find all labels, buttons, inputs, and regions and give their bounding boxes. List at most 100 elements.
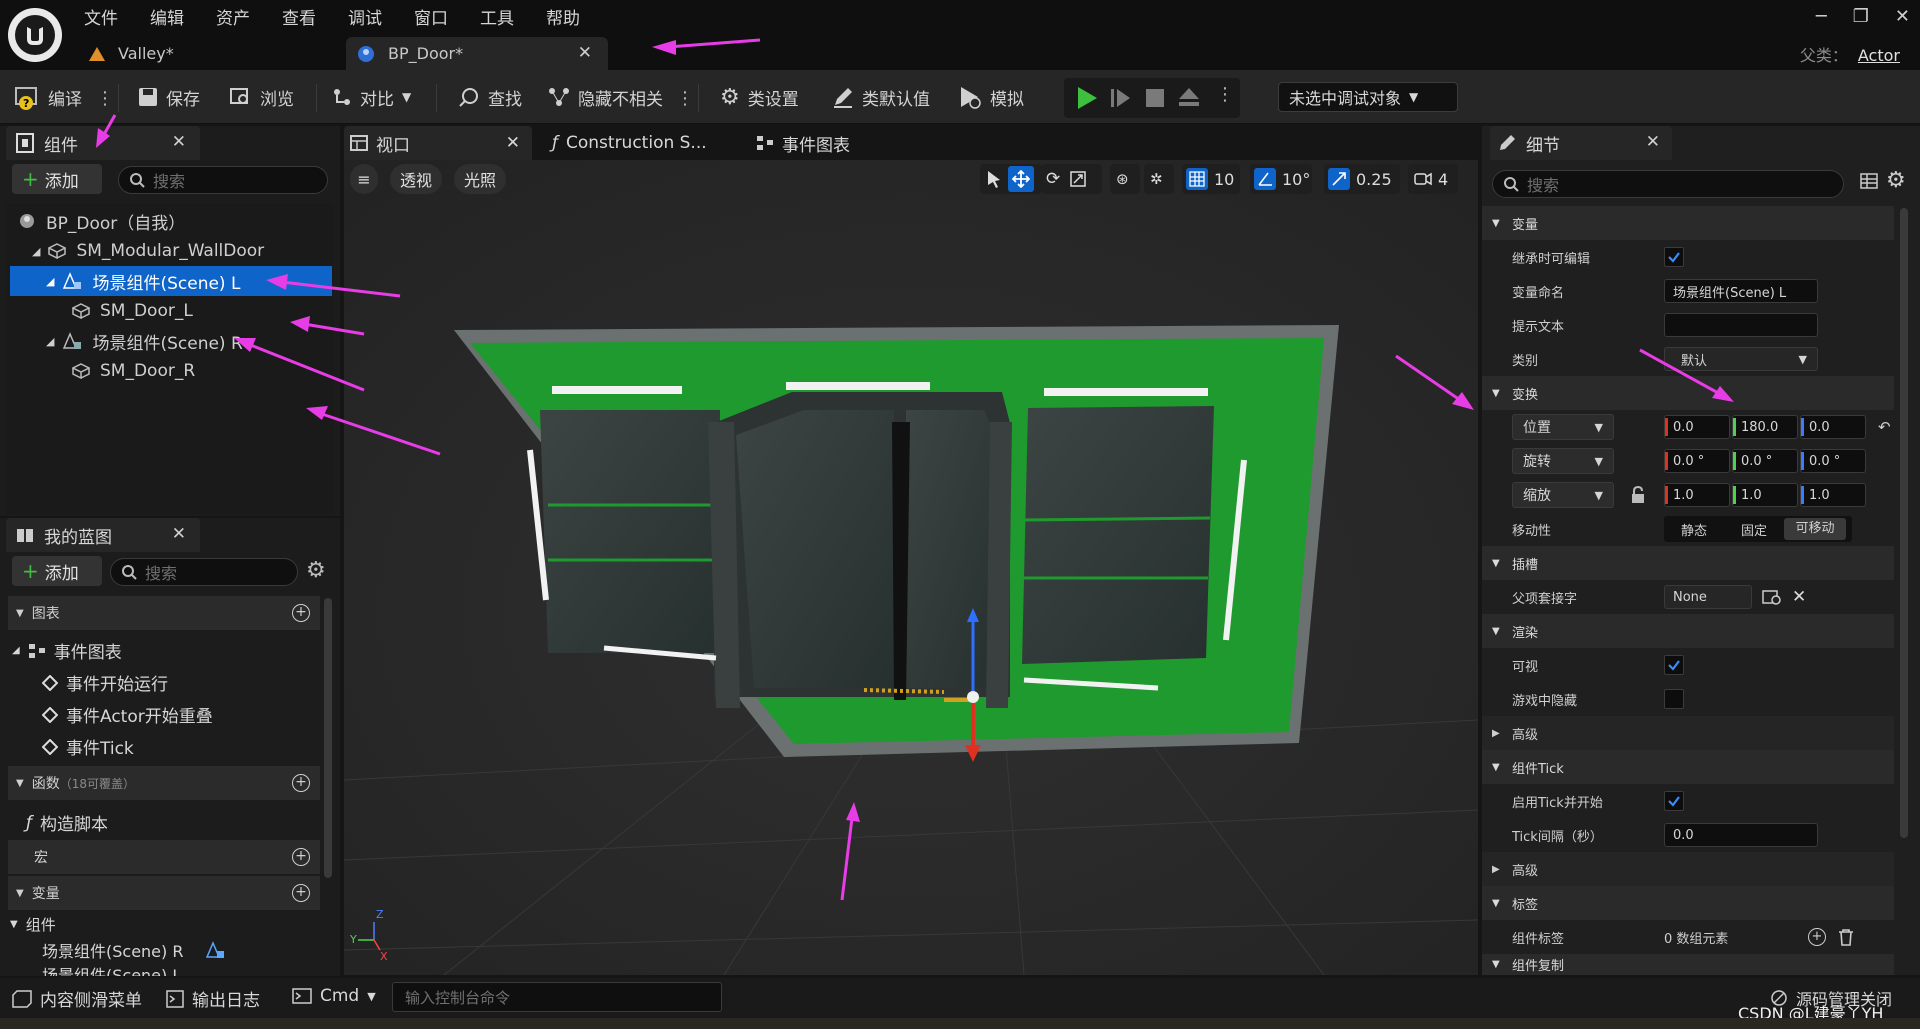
tab-event-graph[interactable]: 事件图表: [756, 126, 906, 160]
lighting-button[interactable]: 光照: [454, 164, 506, 194]
tick-start-checkbox[interactable]: [1664, 791, 1684, 811]
scale-z-input[interactable]: 1.0: [1800, 483, 1866, 507]
mobility-static[interactable]: 静态: [1664, 520, 1724, 539]
move-icon[interactable]: [1008, 166, 1034, 192]
stop-icon[interactable]: [1146, 89, 1164, 107]
location-dropdown[interactable]: 位置 ▼: [1512, 414, 1614, 440]
row-advanced-tick[interactable]: ▶ 高级: [1482, 852, 1894, 886]
table-view-icon[interactable]: [1860, 172, 1878, 190]
menu-tools[interactable]: 工具: [480, 4, 529, 29]
close-icon[interactable]: ✕: [172, 132, 186, 152]
tab-construction-script[interactable]: ƒ Construction S...: [552, 126, 722, 160]
mobility-movable[interactable]: 可移动: [1784, 518, 1846, 540]
rotation-x-input[interactable]: 0.0 °: [1664, 449, 1730, 473]
class-settings-button[interactable]: ⚙ 类设置: [720, 82, 799, 112]
compile-button[interactable]: ? 编译: [14, 82, 82, 112]
components-category[interactable]: ▼ 组件: [10, 914, 56, 935]
add-tag-icon[interactable]: +: [1808, 928, 1826, 946]
section-replication[interactable]: ▼ 组件复制: [1482, 954, 1894, 975]
tree-item-door-l[interactable]: SM_Door_L: [10, 296, 332, 326]
simulate-button[interactable]: 模拟: [958, 82, 1024, 112]
tree-item-door-r[interactable]: SM_Door_R: [10, 356, 332, 386]
camera-speed[interactable]: 4: [1408, 164, 1458, 194]
variable-name-input[interactable]: 场景组件(Scene) L: [1664, 279, 1818, 303]
eject-icon[interactable]: [1178, 87, 1200, 107]
section-component-tick[interactable]: ▼ 组件Tick: [1482, 750, 1894, 784]
lock-icon[interactable]: [1630, 486, 1646, 504]
trash-icon[interactable]: [1838, 928, 1854, 946]
play-icon[interactable]: [1076, 86, 1098, 110]
blueprint-search-input[interactable]: 搜索: [110, 558, 298, 586]
save-button[interactable]: 保存: [138, 82, 200, 112]
tab-my-blueprint[interactable]: 我的蓝图 ✕: [6, 518, 200, 552]
variable-scene-r[interactable]: 场景组件(Scene) R: [42, 938, 225, 962]
tab-details[interactable]: 细节 ✕: [1490, 126, 1672, 160]
scale-snap[interactable]: 0.25: [1324, 164, 1400, 194]
diff-button[interactable]: 对比 ▼: [332, 82, 411, 112]
cmd-dropdown[interactable]: Cmd ▼: [292, 986, 376, 1006]
section-variable[interactable]: ▼ 变量: [1482, 206, 1894, 240]
section-tags[interactable]: ▼ 标签: [1482, 886, 1894, 920]
clear-icon[interactable]: ✕: [1792, 587, 1806, 607]
tree-item-wall-door[interactable]: ◢ SM_Modular_WallDoor: [10, 236, 332, 266]
variable-scene-l[interactable]: 场景组件(Scene) L: [42, 962, 181, 976]
tab-viewport[interactable]: 视口 ✕: [344, 126, 532, 160]
section-sockets[interactable]: ▼ 插槽: [1482, 546, 1894, 580]
construction-script-item[interactable]: ƒ 构造脚本: [26, 810, 108, 836]
rotation-z-input[interactable]: 0.0 °: [1800, 449, 1866, 473]
location-z-input[interactable]: 0.0: [1800, 415, 1866, 439]
scale-x-input[interactable]: 1.0: [1664, 483, 1730, 507]
browse-socket-icon[interactable]: [1762, 588, 1782, 606]
visible-checkbox[interactable]: [1664, 655, 1684, 675]
event-graph-item[interactable]: ◢ 事件图表: [12, 638, 122, 663]
viewport[interactable]: Y Z X ≡ 透视 光照 ⟳ ⊛ ✲ 10 10° 0.25 4: [344, 160, 1478, 975]
mobility-stationary[interactable]: 固定: [1724, 520, 1784, 539]
event-actor-overlap[interactable]: 事件Actor开始重叠: [42, 702, 213, 727]
event-tick[interactable]: 事件Tick: [42, 734, 134, 759]
debug-target-dropdown[interactable]: 未选中调试对象 ▼: [1278, 82, 1458, 112]
tab-components[interactable]: 组件 ✕: [6, 126, 200, 160]
close-window-button[interactable]: ✕: [1895, 6, 1910, 27]
hide-unrelated-button[interactable]: 隐藏不相关: [548, 82, 663, 112]
class-defaults-button[interactable]: 类默认值: [832, 82, 930, 112]
menu-help[interactable]: 帮助: [546, 4, 595, 29]
output-log-button[interactable]: 输出日志: [166, 986, 260, 1011]
scrollbar[interactable]: [1900, 208, 1908, 838]
scrollbar[interactable]: [324, 598, 332, 878]
rotation-dropdown[interactable]: 旋转 ▼: [1512, 448, 1614, 474]
find-button[interactable]: 查找: [458, 82, 522, 112]
more-icon[interactable]: ⋮: [96, 88, 114, 109]
more-icon[interactable]: ⋮: [1216, 84, 1234, 105]
more-icon[interactable]: ⋮: [676, 88, 694, 109]
tab-bp-door[interactable]: BP_Door* ✕: [346, 37, 608, 70]
components-search-input[interactable]: 搜索: [118, 166, 328, 194]
minimize-button[interactable]: ─: [1816, 6, 1827, 27]
add-member-button[interactable]: + 添加: [12, 556, 102, 586]
details-search-input[interactable]: 搜索: [1492, 170, 1844, 198]
section-transform[interactable]: ▼ 变换: [1482, 376, 1894, 410]
close-icon[interactable]: ✕: [578, 43, 592, 63]
section-functions[interactable]: ▼ 函数 （18可覆盖） +: [8, 766, 320, 800]
menu-edit[interactable]: 编辑: [150, 4, 199, 29]
add-component-button[interactable]: + 添加: [12, 164, 102, 194]
tree-item-self[interactable]: BP_Door（自我）: [10, 206, 332, 236]
row-advanced[interactable]: ▶ 高级: [1482, 716, 1894, 750]
gear-icon[interactable]: ⚙: [306, 558, 326, 583]
section-graphs[interactable]: ▼ 图表 +: [8, 596, 320, 630]
tab-valley[interactable]: Valley*: [88, 37, 338, 70]
unreal-logo[interactable]: [8, 8, 62, 62]
rotation-y-input[interactable]: 0.0 °: [1732, 449, 1798, 473]
scale-icon[interactable]: [1070, 171, 1086, 187]
add-macro-icon[interactable]: +: [292, 848, 310, 866]
close-icon[interactable]: ✕: [506, 133, 520, 153]
world-local-toggle[interactable]: ⊛: [1110, 164, 1140, 194]
menu-view[interactable]: 查看: [282, 4, 331, 29]
tree-item-scene-r[interactable]: ◢ 场景组件(Scene) R: [10, 326, 332, 356]
category-dropdown[interactable]: 默认 ▼: [1664, 347, 1818, 371]
close-icon[interactable]: ✕: [1646, 132, 1660, 152]
viewport-menu-button[interactable]: ≡: [350, 164, 378, 194]
tree-item-scene-l[interactable]: ◢ 场景组件(Scene) L: [10, 266, 332, 296]
parent-class-link[interactable]: Actor: [1858, 46, 1900, 65]
rotation-snap[interactable]: 10°: [1250, 164, 1312, 194]
rotate-icon[interactable]: ⟳: [1046, 169, 1060, 189]
